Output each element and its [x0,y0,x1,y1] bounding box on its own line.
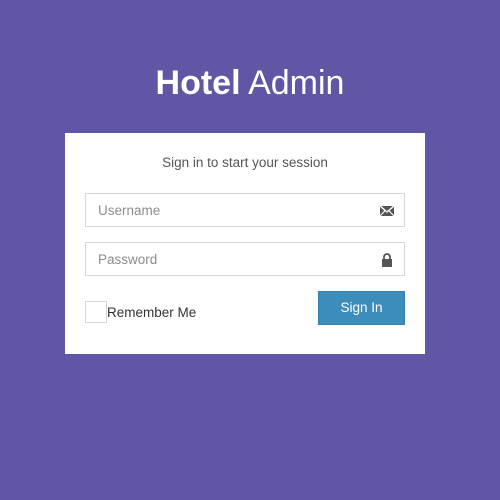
username-field-wrapper [85,193,405,227]
remember-me-label[interactable]: Remember Me [107,304,196,322]
password-input[interactable] [86,243,378,275]
login-message: Sign in to start your session [162,155,328,170]
lock-icon [379,252,395,268]
login-box: Sign in to start your session Remember M… [65,133,425,354]
logo-bold-text: Hotel [155,64,241,102]
remember-me-checkbox[interactable] [85,301,107,323]
logo-light-text: Admin [248,64,345,102]
envelope-icon [379,203,395,219]
password-field-wrapper [85,242,405,276]
app-logo: Hotel Admin [0,62,500,104]
username-input[interactable] [86,194,378,226]
sign-in-button[interactable]: Sign In [318,291,405,325]
